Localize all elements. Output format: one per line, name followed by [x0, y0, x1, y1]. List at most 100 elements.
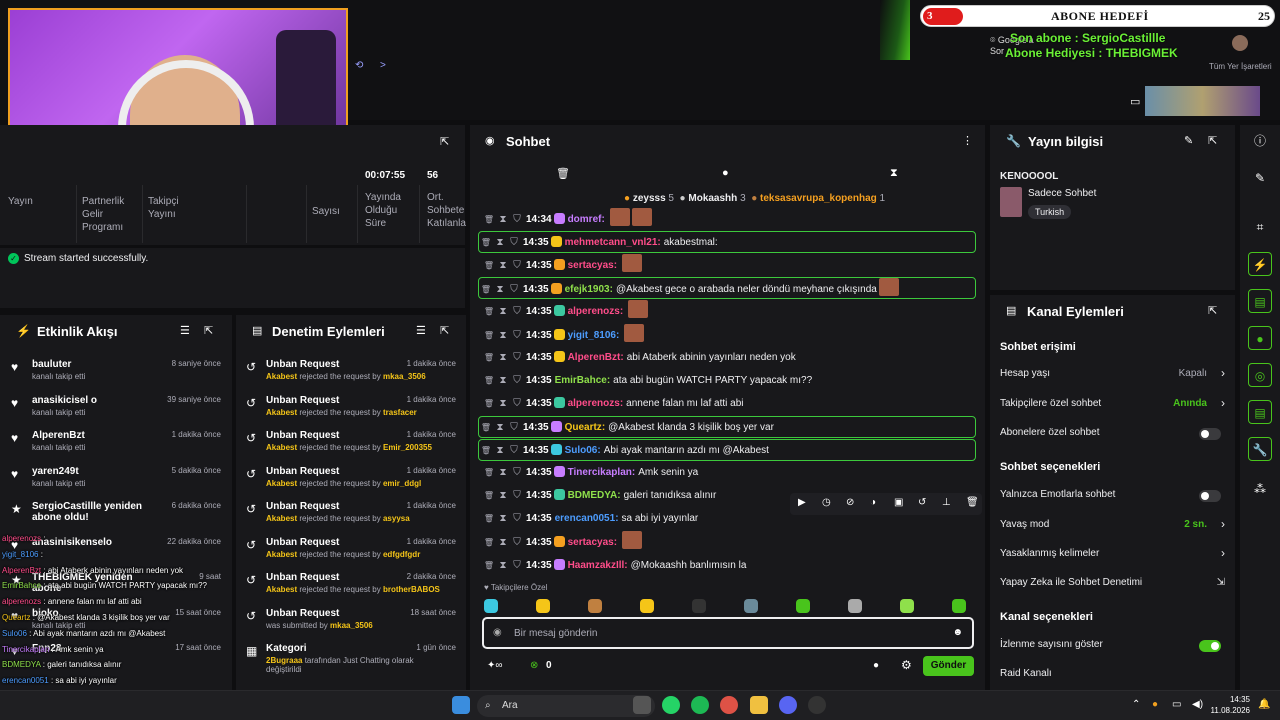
pencil-icon[interactable]: ✎	[1248, 166, 1272, 190]
emote-picker-item[interactable]	[588, 599, 602, 613]
gear-icon[interactable]: ⚙	[901, 658, 912, 672]
app-icon[interactable]	[808, 696, 826, 714]
moderation-actor[interactable]: Akabest	[266, 550, 297, 559]
activity-item[interactable]: ★ SergioCastillle yeniden abone oldu! 6 da…	[0, 499, 232, 534]
top-user-name[interactable]: zeysss	[633, 193, 666, 204]
chat-input-box[interactable]: ◉ Bir mesaj gönderin ☻	[482, 617, 974, 649]
edit-icon[interactable]: ✎	[1184, 134, 1193, 147]
activity-item[interactable]: ♥ anasikicisel o kanalı takip etti 39 saniy…	[0, 393, 232, 428]
timeout-icon[interactable]: ⧗	[496, 325, 510, 347]
chat-username[interactable]: mehmetcann_vnl21	[565, 237, 658, 248]
server-icon[interactable]: ▤	[1248, 400, 1272, 424]
chat-message[interactable]: 🗑 ⧗ ⛉ 14:35 efejk1903: @Akabest gece o arabad…	[478, 277, 976, 301]
shield-icon[interactable]: ⛉	[510, 532, 524, 554]
account-age-row[interactable]: Hesap yaşı Kapalı ›	[1000, 366, 1225, 386]
delete-icon[interactable]: 🗑	[482, 347, 496, 369]
shield-icon[interactable]: ⛉	[510, 347, 524, 369]
shield-icon[interactable]: ⛉	[510, 370, 524, 392]
activity-item[interactable]: ♥ bauluter kanalı takip etti 8 saniye önce	[0, 357, 232, 392]
chat-username[interactable]: HaamzakzIll	[568, 560, 625, 571]
activity-item[interactable]: ♥ yaren249t kanalı takip etti 5 dakika önce	[0, 464, 232, 499]
undo-icon[interactable]: ↺	[918, 497, 926, 508]
delete-icon[interactable]: 🗑	[482, 301, 496, 323]
emote-picker-item[interactable]	[536, 599, 550, 613]
chat-message[interactable]: 🗑 ⧗ ⛉ 14:35 alperenozs: annene falan mı laf a…	[482, 393, 977, 415]
delete-icon[interactable]: 🗑	[482, 555, 496, 577]
timeout-icon[interactable]: ⧗	[496, 255, 510, 277]
delete-icon[interactable]: 🗑	[482, 255, 496, 277]
delete-icon[interactable]: 🗑	[479, 279, 493, 301]
emote-picker-item[interactable]	[640, 599, 654, 613]
emote-picker-item[interactable]	[952, 599, 966, 613]
network-icon[interactable]: ▭	[1172, 699, 1181, 710]
whatsapp-icon[interactable]	[662, 696, 680, 714]
delete-icon[interactable]: 🗑	[479, 417, 493, 439]
chat-message[interactable]: 🗑 ⧗ ⛉ 14:35 HaamzakzIll: @Mokaashh banlımısın…	[482, 555, 977, 577]
timeout-icon[interactable]: ⧗	[493, 279, 507, 301]
chat-message[interactable]: 🗑 ⧗ ⛉ 14:35 sertacyas:	[482, 254, 977, 276]
windows-start-icon[interactable]	[452, 696, 470, 714]
timeout-icon[interactable]: ⧗	[496, 347, 510, 369]
timeout-icon[interactable]: ⧗	[496, 301, 510, 323]
moderation-target[interactable]: Emir_200355	[383, 443, 432, 452]
chat-message[interactable]: 🗑 ⧗ ⛉ 14:35 alperenozs:	[482, 300, 977, 322]
apps-icon[interactable]: ⁂	[1248, 477, 1272, 501]
pin-icon[interactable]: ⊥	[942, 497, 951, 508]
moderation-actor[interactable]: Akabest	[266, 408, 297, 417]
chat-username[interactable]: Tinercikaplan	[568, 467, 632, 478]
shield-icon[interactable]: ⛉	[510, 555, 524, 577]
timeout-icon[interactable]: ⧗	[496, 485, 510, 507]
tray-chevron-icon[interactable]: ⌃	[1132, 699, 1140, 710]
chat-username[interactable]: erencan0051	[555, 513, 616, 524]
volume-icon[interactable]: ◀)	[1192, 699, 1203, 710]
forward-icon[interactable]: >	[380, 60, 386, 71]
moderation-target[interactable]: edfgdfgdr	[383, 550, 420, 559]
top-user-name[interactable]: teksasavrupa_kopenhag	[760, 193, 877, 204]
crop-icon[interactable]: ⌗	[1248, 215, 1272, 239]
hourglass-icon[interactable]: ⧗	[890, 167, 898, 180]
timeout-icon[interactable]: ⧗	[496, 555, 510, 577]
chrome-icon[interactable]	[720, 696, 738, 714]
task-view-icon[interactable]	[633, 696, 651, 714]
chat-message[interactable]: 🗑 ⧗ ⛉ 14:35 Queartz: @Akabest klanda 3 kişili…	[478, 415, 976, 439]
chat-username[interactable]: BDMEDYA	[568, 490, 618, 501]
moderation-item[interactable]: ↺ Unban Request Akabest rejected the reque…	[236, 357, 466, 392]
delete-icon[interactable]: 🗑	[482, 462, 496, 484]
discord-icon[interactable]	[779, 696, 797, 714]
moderation-item[interactable]: ↺ Unban Request Akabest rejected the reque…	[236, 570, 466, 605]
chat-icon[interactable]: ●	[1248, 326, 1272, 350]
notification-icon[interactable]: 🔔	[1258, 699, 1270, 710]
pip-icon[interactable]: ▭	[1130, 95, 1140, 108]
mic-icon[interactable]: ●	[1152, 699, 1158, 710]
moderation-actor[interactable]: Akabest	[266, 372, 297, 381]
show-viewers-toggle[interactable]	[1199, 640, 1221, 652]
chat-message[interactable]: 🗑 ⧗ ⛉ 14:35 Sulo06: Abi ayak mantarın azdı mı…	[478, 439, 976, 461]
raid-row[interactable]: Raid Kanalı	[1000, 668, 1225, 686]
chat-username[interactable]: sertacyas	[568, 260, 614, 271]
shield-icon[interactable]: ⛉	[507, 440, 521, 462]
top-user-name[interactable]: Mokaashh	[688, 193, 737, 204]
moderation-item[interactable]: ↺ Unban Request Akabest rejected the reque…	[236, 499, 466, 534]
delete-icon[interactable]: 🗑	[482, 532, 496, 554]
play-icon[interactable]: ▶	[798, 497, 806, 508]
moderation-item[interactable]: ↺ Unban Request Akabest rejected the reque…	[236, 393, 466, 428]
delete-icon[interactable]: 🗑	[966, 497, 979, 508]
chat-message[interactable]: 🗑 ⧗ ⛉ 14:35 EmirBahce: ata abi bugün WATCH PA…	[482, 370, 977, 392]
moderation-actor[interactable]: Akabest	[266, 443, 297, 452]
timeout-icon[interactable]: ⧗	[496, 508, 510, 530]
slow-mode-row[interactable]: Yavaş mod 2 sn. ›	[1000, 517, 1225, 537]
timeout-icon[interactable]: ⧗	[496, 393, 510, 415]
moderation-item[interactable]: ↺ Unban Request Akabest rejected the reque…	[236, 464, 466, 499]
send-button[interactable]: Gönder	[923, 656, 974, 676]
chat-message[interactable]: 🗑 ⧗ ⛉ 14:35 mehmetcann_vnl21: akabestmal:	[478, 231, 976, 254]
moderation-target[interactable]: mkaa_3506	[383, 372, 426, 381]
followers-only-row[interactable]: Takipçilere özel sohbet Anında ›	[1000, 396, 1225, 416]
moderation-item[interactable]: ▦ Kategori 2Bugraaa tarafından Just Chatti…	[236, 641, 466, 676]
chat-username[interactable]: EmirBahce	[555, 375, 607, 386]
timeout-icon[interactable]: ⧗	[496, 532, 510, 554]
popout-icon[interactable]: ⇱	[440, 324, 449, 337]
delete-icon[interactable]: 🗑	[482, 209, 496, 231]
chat-username[interactable]: sertacyas	[568, 537, 614, 548]
info-icon[interactable]: ⓘ	[1248, 129, 1272, 153]
popout-icon[interactable]: ⇱	[1208, 304, 1217, 317]
